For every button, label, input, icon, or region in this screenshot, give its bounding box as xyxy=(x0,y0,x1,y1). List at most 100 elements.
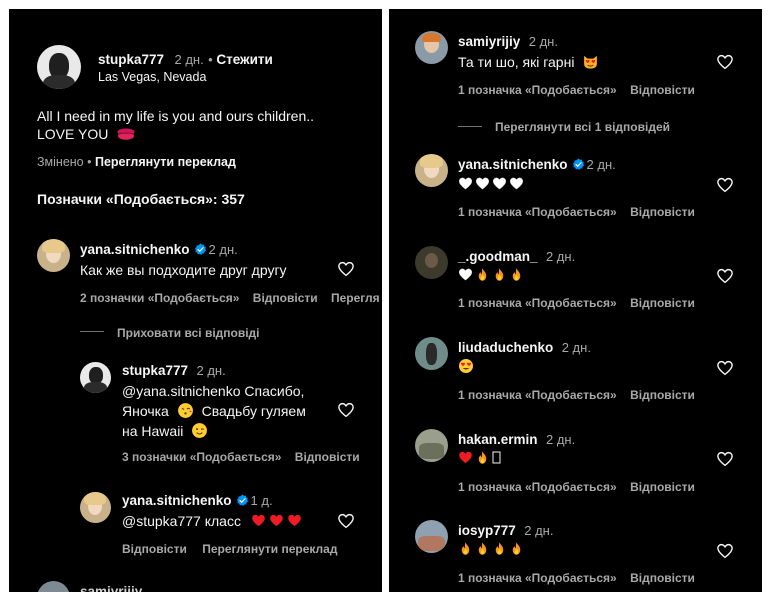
like-heart-icon[interactable] xyxy=(716,53,734,71)
post-location[interactable]: Las Vegas, Nevada xyxy=(98,70,206,84)
stupka777-avatar[interactable] xyxy=(80,362,111,393)
post-author[interactable]: stupka777 xyxy=(98,52,164,67)
white-heart-emoji xyxy=(458,176,473,191)
reply-age: 2 дн. xyxy=(196,363,226,378)
hide-replies-button[interactable]: Приховати всі відповіді xyxy=(117,326,260,340)
verified-badge-icon xyxy=(194,243,207,256)
comment-header: _.goodman_ 2 дн. xyxy=(458,248,575,266)
like-heart-icon[interactable] xyxy=(716,359,734,377)
comment-age: 2 дн. xyxy=(561,340,591,355)
reply-button[interactable]: Відповісти xyxy=(630,571,695,585)
comment-author[interactable]: iosyp777 xyxy=(458,523,516,538)
comment-header: samiyrijiy 2 дн. xyxy=(458,33,558,51)
reply-button[interactable]: Відповісти xyxy=(295,450,360,464)
left-screenshot-panel: stupka777 2 дн. • Стежити Las Vegas, Nev… xyxy=(9,9,382,592)
comment-text: Та ти шо, які гарні xyxy=(458,52,599,72)
samiyrijiy-avatar[interactable] xyxy=(415,31,448,64)
goodman-avatar[interactable] xyxy=(415,246,448,279)
follow-button[interactable]: Стежити xyxy=(216,52,272,67)
translate-link[interactable]: Переглянути переклад xyxy=(95,155,236,169)
reply-author[interactable]: stupka777 xyxy=(122,363,188,378)
comment-age: 2 дн. xyxy=(545,249,576,264)
reply-age: 1 д. xyxy=(250,493,273,508)
comment-author[interactable]: _.goodman_ xyxy=(458,249,538,264)
iosyp777-avatar[interactable] xyxy=(415,520,448,553)
comment-author-cut[interactable]: samiyrijiy xyxy=(80,584,142,592)
reply-button[interactable]: Відповісти xyxy=(630,388,695,402)
replies-divider xyxy=(80,331,104,332)
comment-author[interactable]: samiyrijiy xyxy=(458,34,520,49)
comment-likes[interactable]: 1 позначка «Подобається» xyxy=(458,388,617,402)
comment-emojis xyxy=(458,358,474,379)
like-heart-icon[interactable] xyxy=(716,542,734,560)
verified-badge-icon xyxy=(572,158,585,171)
fire-emoji xyxy=(492,541,507,556)
reply-text-line2: Яночка Свадьбу гуляем xyxy=(122,401,306,421)
edited-label: Змінено xyxy=(37,155,84,169)
comment-likes[interactable]: 1 позначка «Подобається» xyxy=(458,296,617,310)
fire-emoji xyxy=(509,267,524,282)
hakan-avatar[interactable] xyxy=(415,429,448,462)
comment-actions: 2 позначки «Подобається» Відповісти Пере… xyxy=(80,291,380,305)
reply-button[interactable]: Відповісти xyxy=(253,291,318,305)
comment-actions: 1 позначка «Подобається» Відповісти xyxy=(458,83,695,97)
comment-likes[interactable]: 1 позначка «Подобається» xyxy=(458,571,617,585)
reply-likes[interactable]: 3 позначки «Подобається» xyxy=(122,450,281,464)
red-heart-emoji xyxy=(269,513,284,528)
reply-text-part: @stupka777 класс xyxy=(122,513,241,529)
fire-emoji xyxy=(492,267,507,282)
reply-header: yana.sitnichenko 1 д. xyxy=(122,492,273,510)
comment-emojis xyxy=(458,267,524,287)
like-heart-icon[interactable] xyxy=(337,512,355,530)
comment-likes[interactable]: 1 позначка «Подобається» xyxy=(458,205,617,219)
like-heart-icon[interactable] xyxy=(716,176,734,194)
yana-avatar[interactable] xyxy=(37,239,70,272)
like-heart-icon[interactable] xyxy=(716,267,734,285)
comment-likes[interactable]: 1 позначка «Подобається» xyxy=(458,83,617,97)
comment-author[interactable]: liudaduchenko xyxy=(458,340,553,355)
like-heart-icon[interactable] xyxy=(337,260,355,278)
yana-avatar[interactable] xyxy=(415,154,448,187)
reply-button[interactable]: Відповісти xyxy=(630,480,695,494)
like-heart-icon[interactable] xyxy=(716,450,734,468)
comment-author[interactable]: yana.sitnichenko xyxy=(458,157,568,172)
post-age: 2 дн. xyxy=(174,52,204,67)
comment-author[interactable]: yana.sitnichenko xyxy=(80,242,190,257)
fire-emoji xyxy=(475,450,490,465)
comment-actions: 1 позначка «Подобається» Відповісти xyxy=(458,205,695,219)
reply-button[interactable]: Відповісти xyxy=(630,205,695,219)
reply-author[interactable]: yana.sitnichenko xyxy=(122,493,232,508)
post-header: stupka777 2 дн. • Стежити xyxy=(98,51,273,69)
smiling-heart-eyes-cat-emoji xyxy=(584,55,598,69)
reply-text-part: на Hawaii xyxy=(122,423,184,439)
comment-likes[interactable]: 2 позначки «Подобається» xyxy=(80,291,239,305)
comment-author[interactable]: hakan.ermin xyxy=(458,432,538,447)
reply-text-line1: @yana.sitnichenko Спасибо, xyxy=(122,383,305,399)
reply-button[interactable]: Відповісти xyxy=(630,296,695,310)
reply-button[interactable]: Відповісти xyxy=(630,83,695,97)
heart-eyes-emoji xyxy=(458,358,474,374)
yana-avatar[interactable] xyxy=(80,492,111,523)
comment-age: 2 дн. xyxy=(586,157,616,172)
comment-actions: 1 позначка «Подобається» Відповісти xyxy=(458,388,695,402)
comment-header: yana.sitnichenko 2 дн. xyxy=(80,241,238,259)
translate-link[interactable]: Перегля xyxy=(331,291,380,305)
kiss-emoji xyxy=(177,402,194,419)
liudaduchenko-avatar[interactable] xyxy=(415,337,448,370)
reply-button[interactable]: Відповісти xyxy=(122,542,187,556)
samiyrijiy-avatar[interactable] xyxy=(37,581,70,592)
comment-age: 2 дн. xyxy=(545,432,576,447)
white-heart-emoji xyxy=(458,267,473,282)
reply-text-line3: на Hawaii xyxy=(122,421,208,441)
post-likes-count[interactable]: Позначки «Подобається»: 357 xyxy=(37,191,245,207)
comment-age: 2 дн. xyxy=(528,34,558,49)
comment-likes[interactable]: 1 позначка «Подобається» xyxy=(458,480,617,494)
fire-emoji xyxy=(458,541,473,556)
translate-link[interactable]: Переглянути переклад xyxy=(202,542,337,556)
separator-dot: • xyxy=(87,155,95,169)
like-heart-icon[interactable] xyxy=(337,401,355,419)
comment-age: 2 дн. xyxy=(208,242,238,257)
comment-text: Как же вы подходите друг другу xyxy=(80,262,287,278)
view-replies-button[interactable]: Переглянути всі 1 відповідей xyxy=(495,120,670,134)
stupka777-avatar[interactable] xyxy=(37,45,81,89)
